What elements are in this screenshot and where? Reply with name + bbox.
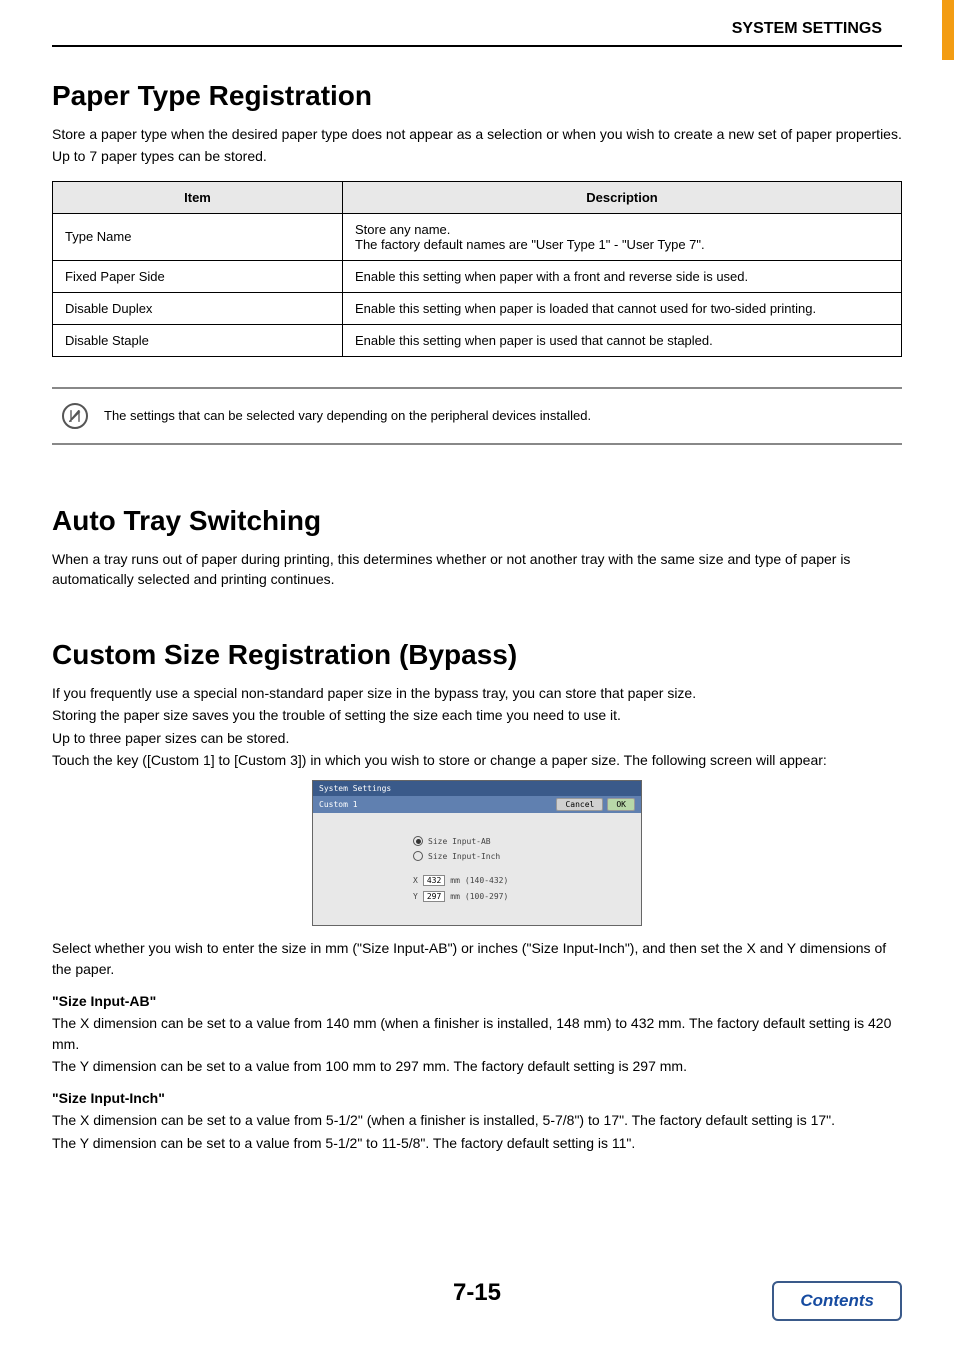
note-box: The settings that can be selected vary d… xyxy=(52,387,902,445)
table-row: Fixed Paper Side Enable this setting whe… xyxy=(53,260,902,292)
radio-label: Size Input-AB xyxy=(428,837,491,846)
contents-link[interactable]: Contents xyxy=(772,1281,902,1321)
header-orange-accent xyxy=(942,0,954,60)
paper-type-intro-2: Up to 7 paper types can be stored. xyxy=(52,146,902,166)
section-heading-paper-type: Paper Type Registration xyxy=(52,80,902,112)
table-header-row: Item Description xyxy=(53,181,902,213)
cancel-button[interactable]: Cancel xyxy=(556,798,603,811)
ok-button[interactable]: OK xyxy=(607,798,635,811)
y-label: Y xyxy=(413,892,418,901)
table-cell-item: Disable Staple xyxy=(53,324,343,356)
table-header-description: Description xyxy=(343,181,902,213)
x-unit: mm xyxy=(450,876,460,885)
mini-screen-subtitle: Custom 1 xyxy=(319,800,358,809)
size-input-ab-y: The Y dimension can be set to a value fr… xyxy=(52,1056,902,1076)
table-cell-desc: Enable this setting when paper is loaded… xyxy=(343,292,902,324)
x-dimension-row: X 432 mm (140-432) xyxy=(413,875,581,886)
table-cell-item: Fixed Paper Side xyxy=(53,260,343,292)
embedded-screenshot: System Settings Custom 1 Cancel OK Size … xyxy=(52,780,902,926)
size-input-ab-heading: "Size Input-AB" xyxy=(52,991,902,1011)
note-text: The settings that can be selected vary d… xyxy=(104,408,591,423)
page-header-title: SYSTEM SETTINGS xyxy=(732,20,882,38)
custom-size-p3: Up to three paper sizes can be stored. xyxy=(52,728,902,748)
section-heading-auto-tray: Auto Tray Switching xyxy=(52,505,902,537)
radio-label: Size Input-Inch xyxy=(428,852,500,861)
mini-screen: System Settings Custom 1 Cancel OK Size … xyxy=(312,780,642,926)
size-input-inch-heading: "Size Input-Inch" xyxy=(52,1088,902,1108)
auto-tray-desc: When a tray runs out of paper during pri… xyxy=(52,549,902,590)
table-row: Disable Duplex Enable this setting when … xyxy=(53,292,902,324)
custom-size-p1: If you frequently use a special non-stan… xyxy=(52,683,902,703)
paper-type-table: Item Description Type Name Store any nam… xyxy=(52,181,902,357)
main-content: Paper Type Registration Store a paper ty… xyxy=(52,80,902,1155)
radio-size-input-ab[interactable]: Size Input-AB xyxy=(413,836,581,846)
table-cell-desc: Enable this setting when paper is used t… xyxy=(343,324,902,356)
size-input-inch-x: The X dimension can be set to a value fr… xyxy=(52,1110,902,1130)
y-unit: mm xyxy=(450,892,460,901)
table-row: Type Name Store any name. The factory de… xyxy=(53,213,902,260)
table-cell-item: Disable Duplex xyxy=(53,292,343,324)
x-range: (140-432) xyxy=(465,876,508,885)
x-label: X xyxy=(413,876,418,885)
radio-icon xyxy=(413,851,423,861)
table-cell-item: Type Name xyxy=(53,213,343,260)
y-dimension-row: Y 297 mm (100-297) xyxy=(413,891,581,902)
radio-size-input-inch[interactable]: Size Input-Inch xyxy=(413,851,581,861)
mini-screen-body: Size Input-AB Size Input-Inch X 432 mm (… xyxy=(313,813,641,925)
y-range: (100-297) xyxy=(465,892,508,901)
note-icon xyxy=(62,403,88,429)
mini-screen-toolbar: Custom 1 Cancel OK xyxy=(313,796,641,813)
custom-size-p5: Select whether you wish to enter the siz… xyxy=(52,938,902,979)
size-input-inch-y: The Y dimension can be set to a value fr… xyxy=(52,1133,902,1153)
section-heading-custom-size: Custom Size Registration (Bypass) xyxy=(52,639,902,671)
mini-screen-titlebar: System Settings xyxy=(313,781,641,796)
size-input-ab-x: The X dimension can be set to a value fr… xyxy=(52,1013,902,1054)
table-cell-desc: Enable this setting when paper with a fr… xyxy=(343,260,902,292)
header-rule xyxy=(52,45,902,47)
table-header-item: Item xyxy=(53,181,343,213)
table-row: Disable Staple Enable this setting when … xyxy=(53,324,902,356)
xy-inputs: X 432 mm (140-432) Y 297 mm (100-297) xyxy=(413,875,581,902)
custom-size-p4: Touch the key ([Custom 1] to [Custom 3])… xyxy=(52,750,902,770)
custom-size-p2: Storing the paper size saves you the tro… xyxy=(52,705,902,725)
table-cell-desc: Store any name. The factory default name… xyxy=(343,213,902,260)
radio-icon xyxy=(413,836,423,846)
x-value-input[interactable]: 432 xyxy=(423,875,445,886)
y-value-input[interactable]: 297 xyxy=(423,891,445,902)
paper-type-intro-1: Store a paper type when the desired pape… xyxy=(52,124,902,144)
